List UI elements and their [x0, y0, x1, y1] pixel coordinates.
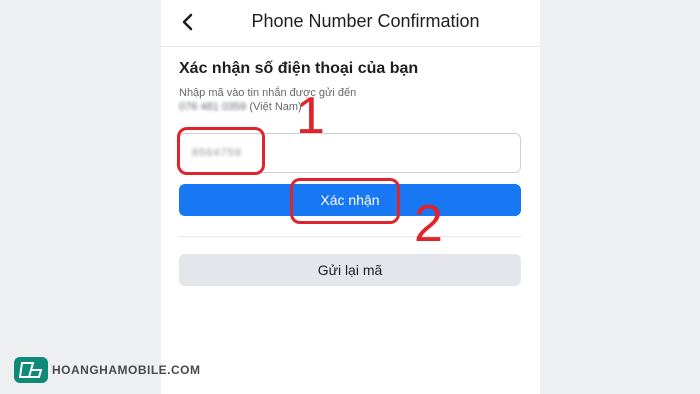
- step-number-1: 1: [296, 87, 325, 145]
- step-number-2: 2: [414, 195, 443, 253]
- resend-code-button[interactable]: Gửi lại mã: [179, 254, 521, 286]
- page-title: Phone Number Confirmation: [251, 11, 480, 31]
- instruction-line: Nhập mã vào tin nhắn được gửi đến: [179, 87, 357, 99]
- phone-screen: Phone Number Confirmation Xác nhận số đi…: [161, 0, 540, 394]
- watermark-text: HOANGHAMOBILE.COM: [52, 363, 201, 377]
- watermark: HOANGHAMOBILE.COM: [14, 356, 201, 384]
- country-label: (Việt Nam): [249, 101, 302, 113]
- top-bar: Phone Number Confirmation: [161, 0, 540, 47]
- phone-number: 076 481 0359: [179, 101, 247, 113]
- code-value: 8564759: [192, 147, 242, 159]
- chevron-left-icon: [182, 13, 193, 31]
- form-heading: Xác nhận số điện thoại của bạn: [179, 60, 419, 77]
- instruction-text: Nhập mã vào tin nhắn được gửi đến 076 48…: [179, 86, 499, 114]
- confirm-button[interactable]: Xác nhận: [179, 184, 521, 216]
- confirmation-code-input[interactable]: 8564759: [179, 133, 521, 173]
- back-button[interactable]: [175, 10, 199, 34]
- divider: [179, 236, 521, 237]
- hoangha-logo-icon: [14, 357, 48, 383]
